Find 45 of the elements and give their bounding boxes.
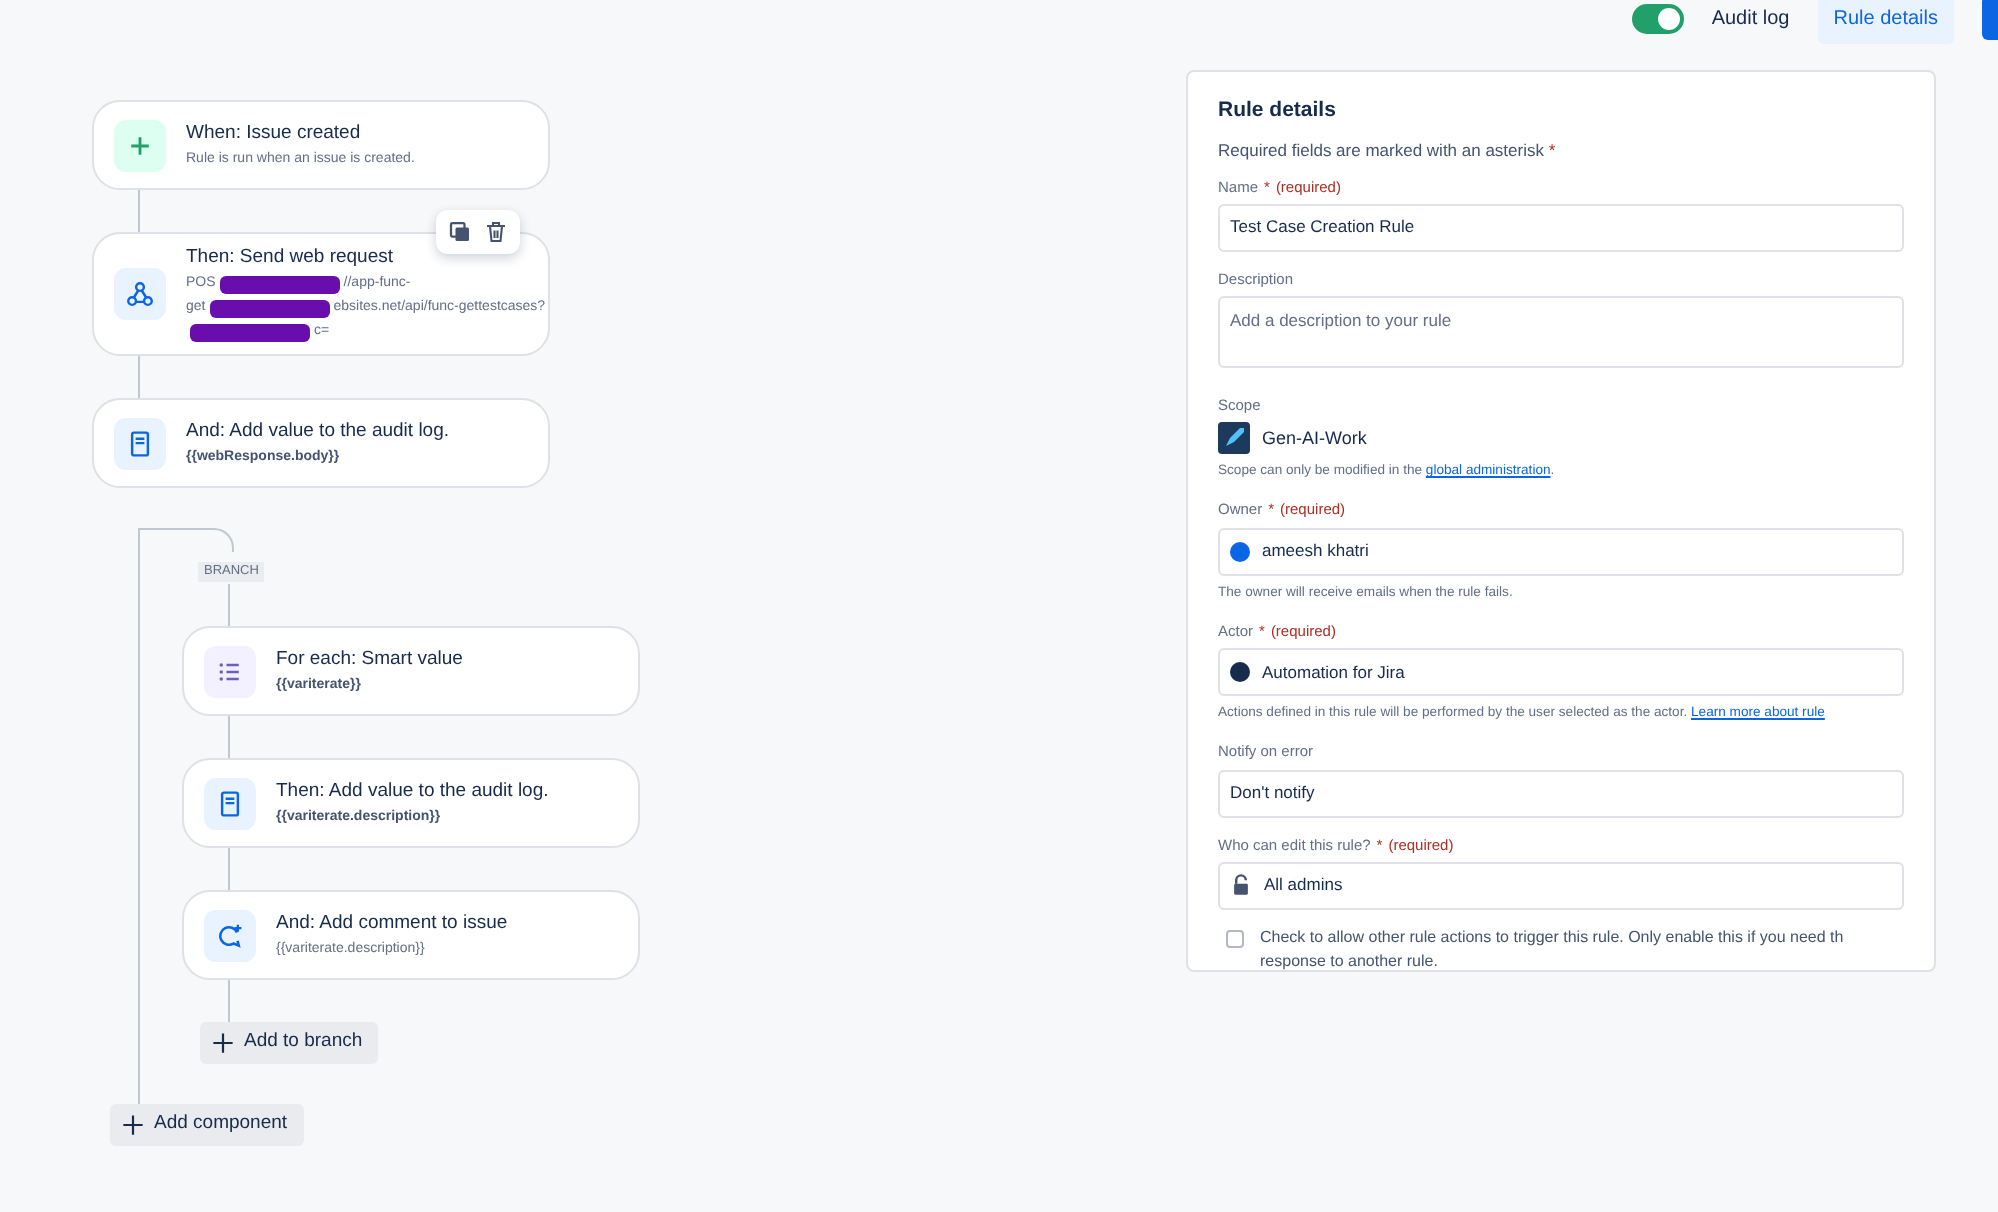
redaction-scribble [190,323,310,341]
delete-button[interactable] [482,218,510,246]
checkbox[interactable] [1226,929,1244,948]
add-to-branch-button[interactable]: Add to branch [200,1022,379,1064]
required-note: Required fields are marked with an asterisk [1218,139,1544,160]
project-name: Gen-AI-Work [1262,425,1367,451]
trash-icon [484,220,508,244]
description-field[interactable]: Add a description to your rule [1218,296,1904,368]
checkbox-label: response to another rule. [1260,949,1440,974]
text-field[interactable]: Test Case Creation Rule [1218,203,1904,252]
panel-title: Rule details [1218,96,1338,126]
copy-button[interactable] [446,218,474,246]
redaction-scribble [219,275,340,293]
checkbox-label: Check to allow other rule actions to trigger this rule. Only enable this if you need th [1260,925,1844,950]
plus-icon [212,1032,234,1054]
list-icon [216,657,244,685]
webhook-icon [126,280,154,308]
add-component-button[interactable]: Add component [110,1104,304,1146]
avatar-circle [1230,662,1250,683]
permission-value: All admins [1264,872,1343,899]
avatar-circle [1230,541,1250,562]
user-field[interactable]: ameesh khatri [1218,527,1904,576]
component-title: And: Add value to the audit log. [186,419,450,443]
copy-icon [448,220,472,244]
component-title: When: Issue created [186,121,363,145]
lock-icon [1230,874,1252,897]
select-field[interactable]: Don't notify [1218,769,1904,818]
plus-icon [122,1114,144,1136]
toggle-switch[interactable] [1631,3,1684,33]
asterisk: * [1548,139,1556,160]
permission-field[interactable]: All admins [1218,861,1904,910]
component-title: Then: Add value to the audit log. [276,779,549,803]
audit-log-label: Audit log [1711,5,1790,33]
component-title: For each: Smart value [276,647,463,671]
redaction-scribble [209,299,330,317]
rule-details-tab[interactable]: Rule details [1817,0,1954,43]
user-name: Automation for Jira [1262,659,1405,685]
user-field[interactable]: Automation for Jira [1218,648,1904,697]
comment-icon [216,921,244,949]
component-title: And: Add comment to issue [276,911,508,935]
plus-icon [126,131,154,159]
component-title: Then: Send web request [186,246,396,270]
user-name: ameesh khatri [1262,538,1369,565]
document-icon [216,789,244,817]
document-icon [126,429,154,457]
